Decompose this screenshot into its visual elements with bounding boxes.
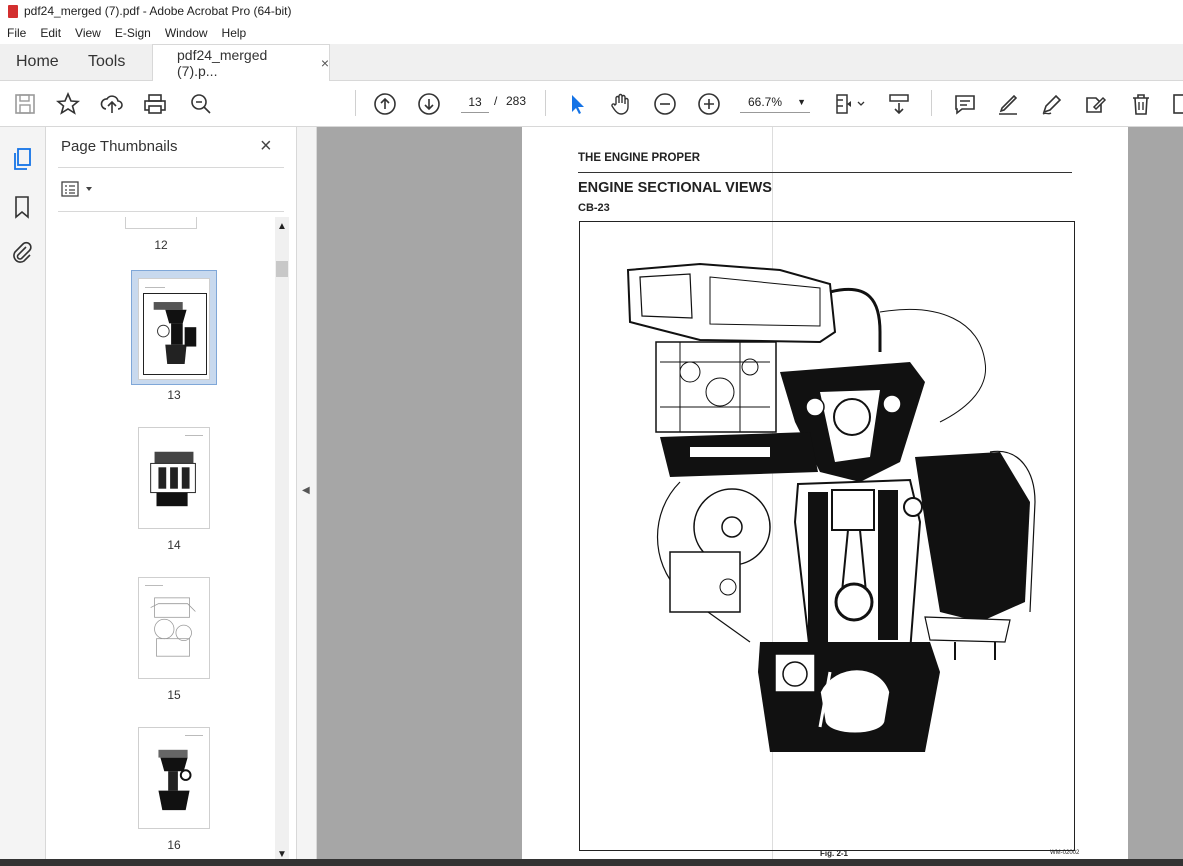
thumbnail-label: 13 xyxy=(167,388,181,402)
page-section-header: THE ENGINE PROPER xyxy=(578,152,701,164)
sign-icon[interactable] xyxy=(1040,92,1064,116)
title-bar: pdf24_merged (7).pdf - Adobe Acrobat Pro… xyxy=(0,0,1183,22)
engine-thumbnail-image xyxy=(150,451,196,507)
pdf-page: THE ENGINE PROPER ENGINE SECTIONAL VIEWS… xyxy=(522,127,1128,866)
engine-thumbnail-image xyxy=(158,749,192,811)
bookmark-star-icon[interactable] xyxy=(55,91,81,116)
engine-thumbnail-image xyxy=(150,597,196,657)
upload-icon[interactable] xyxy=(100,92,124,116)
close-panel-icon[interactable]: × xyxy=(260,135,272,158)
zoom-level-select[interactable]: 66.7% ▼ xyxy=(740,92,810,113)
engine-thumbnail-image xyxy=(153,302,197,364)
collapse-arrow-icon: ◀ xyxy=(302,485,310,496)
window-title: pdf24_merged (7).pdf - Adobe Acrobat Pro… xyxy=(24,4,292,18)
thumbnails-panel: Page Thumbnails × 12 13 14 15 16 ▲ ▼ xyxy=(46,127,297,866)
scrollbar-thumb[interactable] xyxy=(276,261,288,277)
menu-file[interactable]: File xyxy=(0,26,33,40)
panel-collapse-handle[interactable]: ◀ xyxy=(297,127,317,866)
page-separator: / xyxy=(494,94,498,108)
menu-view[interactable]: View xyxy=(68,26,108,40)
close-tab-icon[interactable]: × xyxy=(321,55,329,71)
highlight-icon[interactable] xyxy=(996,92,1020,116)
thumbnail-label: 12 xyxy=(154,238,168,252)
chevron-down-icon: ▼ xyxy=(797,97,806,107)
print-icon[interactable] xyxy=(143,92,167,116)
bookmarks-icon[interactable] xyxy=(10,195,34,219)
figure-code: WM-02002 xyxy=(1050,850,1080,856)
page-title: ENGINE SECTIONAL VIEWS xyxy=(578,180,772,196)
menu-esign[interactable]: E-Sign xyxy=(108,26,158,40)
total-pages: 283 xyxy=(506,94,527,108)
page-thumbnails-icon[interactable] xyxy=(10,147,34,171)
home-tab[interactable]: Home xyxy=(16,53,59,71)
divider xyxy=(58,167,284,168)
document-tab[interactable]: pdf24_merged (7).p... × xyxy=(152,44,330,81)
thumbnail-list: 12 13 14 15 16 xyxy=(58,217,273,866)
engine-sectional-drawing xyxy=(626,262,1036,752)
header-rule xyxy=(578,172,1072,173)
page-thumbnail-16[interactable] xyxy=(138,727,210,829)
attachments-icon[interactable] xyxy=(10,241,34,265)
page-thumbnail-12[interactable] xyxy=(125,217,197,229)
figure-caption: Fig. 2-1 xyxy=(820,849,849,858)
zoom-level-value: 66.7% xyxy=(748,95,783,109)
left-rail xyxy=(0,127,46,866)
thumbnail-text-line xyxy=(145,287,165,288)
panel-title: Page Thumbnails xyxy=(61,138,178,155)
page-thumbnail-14[interactable] xyxy=(138,427,210,529)
document-tab-label: pdf24_merged (7).p... xyxy=(177,47,268,79)
prev-page-icon[interactable] xyxy=(373,92,397,116)
hand-icon[interactable] xyxy=(609,92,633,116)
thumbnail-label: 16 xyxy=(167,838,181,852)
document-viewport[interactable]: THE ENGINE PROPER ENGINE SECTIONAL VIEWS… xyxy=(317,127,1183,866)
thumbnail-figure-frame xyxy=(143,293,207,375)
comment-icon[interactable] xyxy=(953,92,977,116)
thumbnail-options-button[interactable] xyxy=(61,181,97,199)
next-page-icon[interactable] xyxy=(417,92,441,116)
toolbar-separator xyxy=(931,90,932,116)
scroll-up-icon[interactable]: ▲ xyxy=(277,221,287,232)
taskbar xyxy=(0,859,1183,866)
select-cursor-icon[interactable] xyxy=(566,92,590,116)
thumbnail-scrollbar[interactable]: ▲ ▼ xyxy=(275,217,289,860)
save-icon[interactable] xyxy=(13,92,37,116)
edit-pdf-icon[interactable] xyxy=(1084,92,1108,116)
toolbar-separator xyxy=(545,90,546,116)
thumbnail-label: 15 xyxy=(167,688,181,702)
thumbnail-label: 14 xyxy=(167,538,181,552)
acrobat-app-icon xyxy=(8,4,18,18)
search-zoom-icon[interactable] xyxy=(189,92,213,116)
more-tools-icon[interactable] xyxy=(1172,92,1183,116)
figure-frame xyxy=(579,221,1075,851)
menu-window[interactable]: Window xyxy=(158,26,215,40)
tools-tab[interactable]: Tools xyxy=(88,53,125,71)
delete-icon[interactable] xyxy=(1129,92,1153,116)
page-number-input[interactable]: 13 xyxy=(461,92,489,113)
menu-bar: File Edit View E-Sign Window Help xyxy=(0,22,1183,44)
divider xyxy=(58,211,284,212)
page-subtitle: CB-23 xyxy=(578,202,610,214)
toolbar-separator xyxy=(355,90,356,116)
zoom-out-icon[interactable] xyxy=(653,92,677,116)
menu-help[interactable]: Help xyxy=(215,26,254,40)
page-thumbnail-13[interactable] xyxy=(138,278,210,380)
page-thumbnail-15[interactable] xyxy=(138,577,210,679)
menu-edit[interactable]: Edit xyxy=(33,26,68,40)
fit-page-icon[interactable] xyxy=(834,92,866,116)
zoom-in-icon[interactable] xyxy=(697,92,721,116)
scroll-mode-icon[interactable] xyxy=(887,92,911,116)
